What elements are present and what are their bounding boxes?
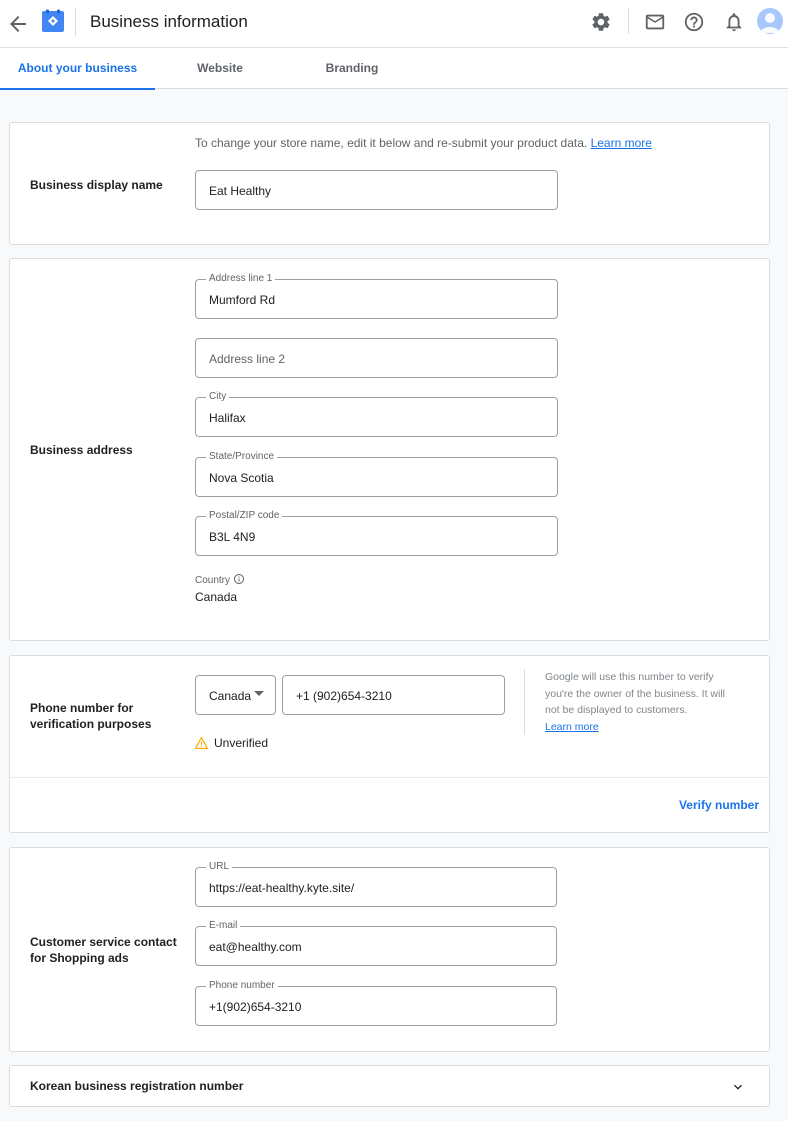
cs-url-label: URL <box>206 860 233 874</box>
dropdown-arrow-icon <box>254 691 264 696</box>
country-label-row: Country <box>195 574 244 588</box>
customer-service-label-line2: for Shopping ads <box>30 951 129 965</box>
postal-code-label: Postal/ZIP code <box>206 509 283 523</box>
city-value: Halifax <box>209 411 246 425</box>
business-display-name-value: Eat Healthy <box>209 184 272 198</box>
postal-code-value: B3L 4N9 <box>209 530 256 544</box>
cs-url-value: https://eat-healthy.kyte.site/ <box>209 881 355 895</box>
business-display-name-label: Business display name <box>30 178 163 192</box>
customer-service-label-line1: Customer service contact <box>30 935 177 949</box>
tab-about-your-business[interactable]: About your business <box>0 48 155 90</box>
warning-icon <box>195 737 208 749</box>
phone-country-value: Canada <box>209 689 252 703</box>
back-arrow-icon[interactable] <box>6 12 30 36</box>
verify-number-button[interactable]: Verify number <box>679 798 759 812</box>
merchant-logo-icon <box>42 9 64 32</box>
unverified-text: Unverified <box>214 736 269 750</box>
phone-learn-more-link[interactable]: Learn more <box>545 719 725 736</box>
phone-number-value: +1 (902)654-3210 <box>296 689 392 703</box>
business-display-name-card: Business display name To change your sto… <box>9 122 770 245</box>
address-line1-input[interactable]: Address line 1 Mumford Rd <box>195 272 558 319</box>
phone-verification-card: Phone number for verification purposes C… <box>9 655 770 833</box>
header-divider <box>75 8 76 36</box>
avatar[interactable] <box>757 8 783 34</box>
address-line1-label: Address line 1 <box>206 272 276 286</box>
postal-code-input[interactable]: Postal/ZIP code B3L 4N9 <box>195 509 558 556</box>
settings-icon[interactable] <box>590 11 612 33</box>
display-name-hint: To change your store name, edit it below… <box>195 136 652 150</box>
city-input[interactable]: City Halifax <box>195 390 558 437</box>
cs-phone-input[interactable]: Phone number +1(902)654-3210 <box>195 979 557 1026</box>
avatar-icon <box>760 13 780 33</box>
korean-registration-label: Korean business registration number <box>30 1079 244 1093</box>
business-address-card: Business address Address line 1 Mumford … <box>9 258 770 641</box>
korean-registration-card[interactable]: Korean business registration number <box>9 1065 770 1107</box>
customer-service-card: Customer service contact for Shopping ad… <box>9 847 770 1052</box>
info-icon[interactable] <box>233 573 245 585</box>
phone-verification-label-line1: Phone number for <box>30 701 134 715</box>
country-value: Canada <box>195 590 238 604</box>
phone-number-input[interactable]: +1 (902)654-3210 <box>282 675 505 715</box>
phone-info-line1: Google will use this number to verify <box>545 671 714 683</box>
page-title: Business information <box>90 12 248 31</box>
city-label: City <box>206 390 230 404</box>
header-divider-right <box>628 8 629 34</box>
mail-icon[interactable] <box>644 11 666 33</box>
phone-verification-label: Phone number for verification purposes <box>30 700 151 732</box>
phone-info-line3: not be displayed to customers. <box>545 704 688 716</box>
notifications-icon[interactable] <box>723 11 745 33</box>
chevron-down-icon[interactable] <box>730 1079 746 1095</box>
display-name-hint-text: To change your store name, edit it below… <box>195 136 588 150</box>
address-line2-input[interactable]: Address line 2 <box>195 338 558 378</box>
phone-country-select[interactable]: Canada <box>195 675 276 715</box>
business-display-name-input[interactable]: Eat Healthy <box>195 170 558 210</box>
state-province-input[interactable]: State/Province Nova Scotia <box>195 450 558 497</box>
customer-service-label: Customer service contact for Shopping ad… <box>30 934 177 966</box>
tab-bar: About your business Website Branding <box>0 48 788 90</box>
learn-more-link[interactable]: Learn more <box>591 136 652 150</box>
card-divider <box>10 777 769 778</box>
cs-email-value: eat@healthy.com <box>209 940 302 954</box>
country-label: Country <box>195 575 231 586</box>
phone-info-line2: you're the owner of the business. It wil… <box>545 687 726 700</box>
cs-email-label: E-mail <box>206 919 241 933</box>
cs-url-input[interactable]: URL https://eat-healthy.kyte.site/ <box>195 860 557 907</box>
info-divider <box>524 669 525 735</box>
cs-phone-value: +1(902)654-3210 <box>209 1000 302 1014</box>
state-province-label: State/Province <box>206 450 278 464</box>
tab-website[interactable]: Website <box>155 48 285 89</box>
tab-branding[interactable]: Branding <box>285 48 419 89</box>
business-address-label: Business address <box>30 443 133 457</box>
help-icon[interactable] <box>683 11 705 33</box>
address-line2-placeholder: Address line 2 <box>209 352 286 366</box>
cs-email-input[interactable]: E-mail eat@healthy.com <box>195 919 557 966</box>
phone-info-text: Google will use this number to verify yo… <box>545 669 725 735</box>
phone-verification-label-line2: verification purposes <box>30 717 152 731</box>
top-app-bar: Business information <box>0 0 788 48</box>
address-line1-value: Mumford Rd <box>209 293 276 307</box>
cs-phone-label: Phone number <box>206 979 278 993</box>
state-province-value: Nova Scotia <box>209 471 274 485</box>
